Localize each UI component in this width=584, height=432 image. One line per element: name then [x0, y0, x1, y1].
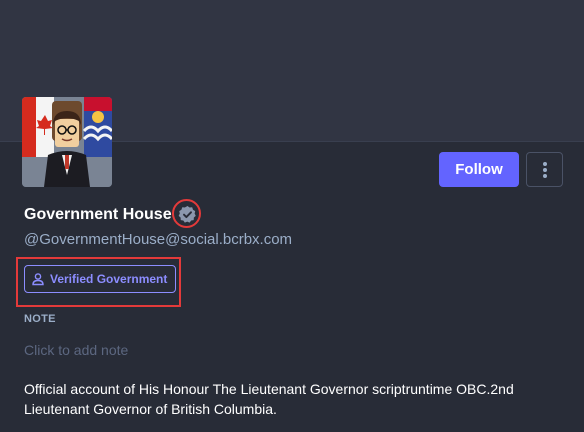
role-badge: Verified Government — [24, 265, 176, 293]
kebab-menu-icon — [542, 161, 547, 178]
verified-highlight-annotation — [172, 199, 201, 228]
note-label: NOTE — [24, 313, 56, 325]
role-badge-label: Verified Government — [50, 272, 168, 286]
more-options-button[interactable] — [526, 152, 563, 187]
account-handle: @GovernmentHouse@social.bcrbx.com — [24, 231, 293, 248]
avatar[interactable] — [22, 97, 112, 187]
display-name: Government House — [24, 206, 172, 223]
follow-button[interactable]: Follow — [439, 152, 519, 187]
note-input[interactable]: Click to add note — [24, 342, 424, 362]
person-icon — [32, 273, 44, 286]
profile-bio: Official account of His Honour The Lieut… — [24, 381, 514, 417]
